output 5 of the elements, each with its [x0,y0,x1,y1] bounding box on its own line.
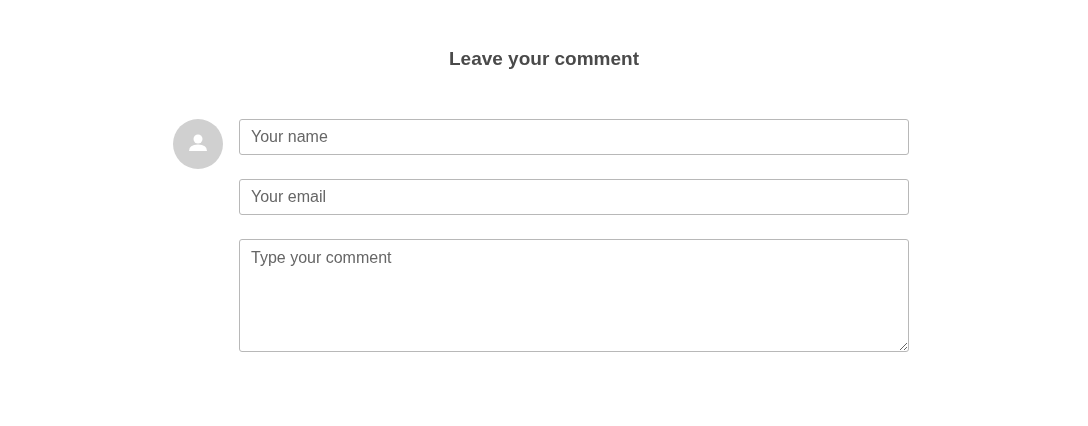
comment-field[interactable]: Type your comment [239,239,909,352]
text-field[interactable]: Your name [239,119,909,155]
text-field[interactable]: Your email [239,179,909,215]
avatar-icon [173,119,223,169]
form-title: Leave your comment [447,47,641,71]
